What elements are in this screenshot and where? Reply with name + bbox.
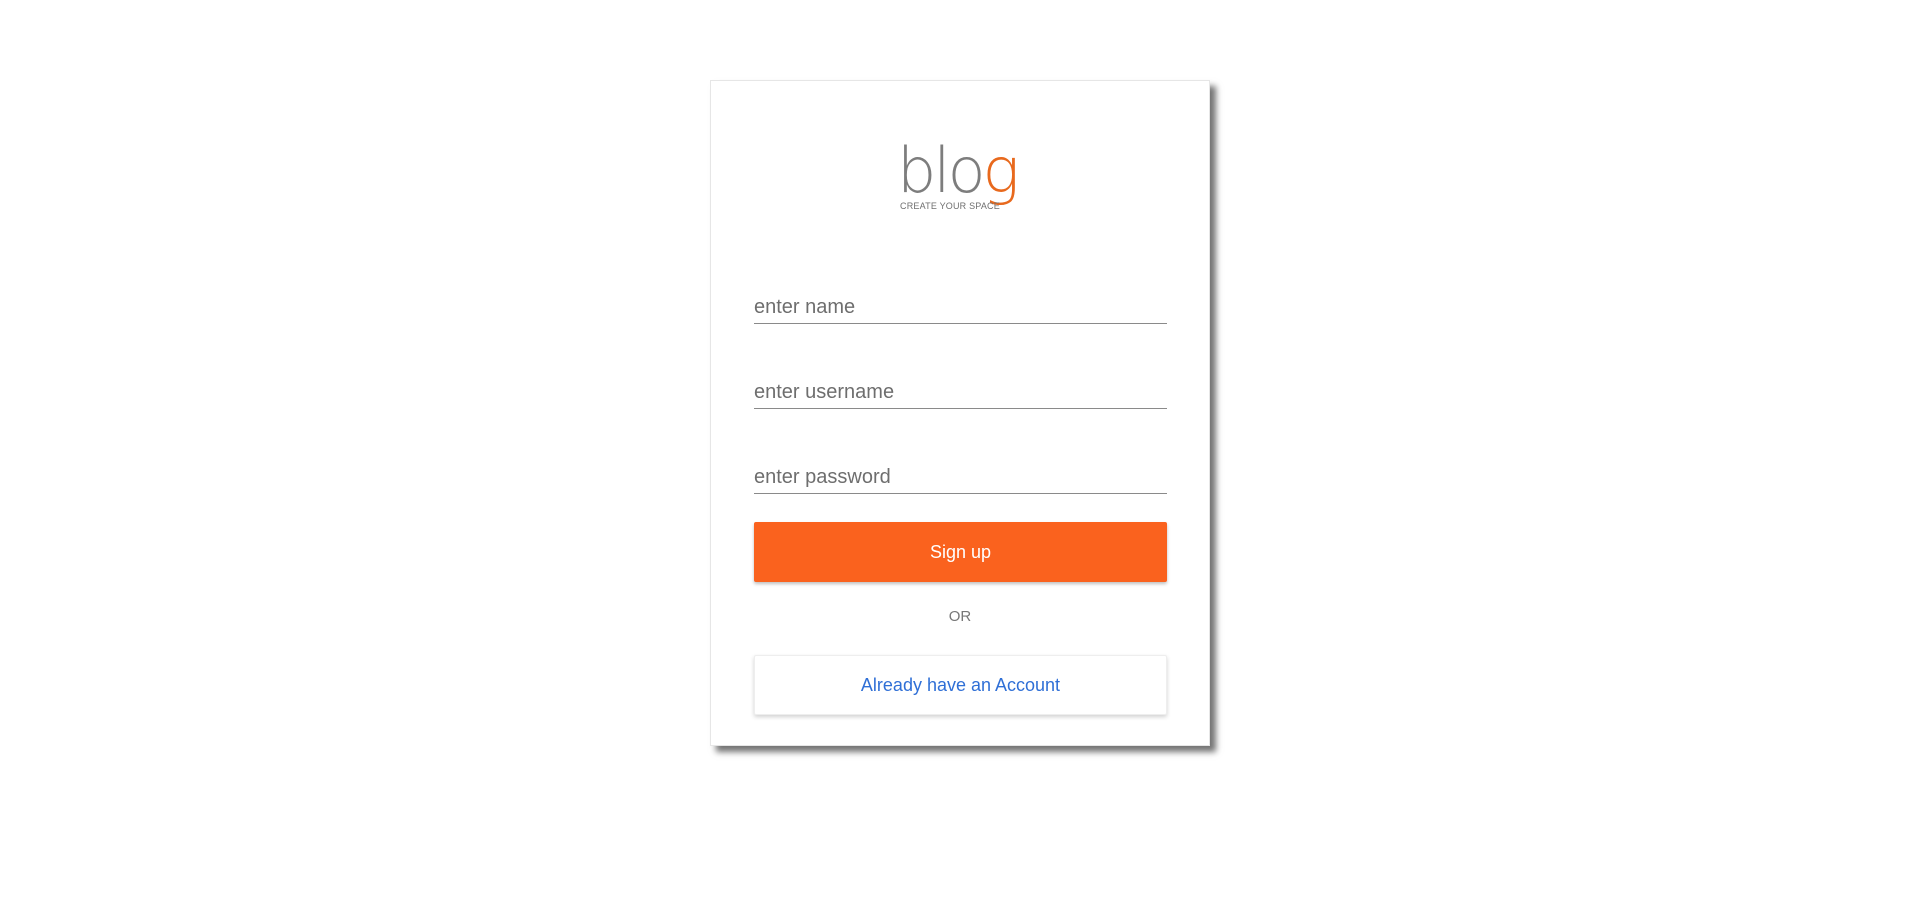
blog-logo: blog CREATE YOUR SPACE [897, 135, 1037, 217]
signup-button[interactable]: Sign up [754, 522, 1167, 582]
or-divider: OR [948, 608, 972, 625]
logo-wordmark: blog [897, 134, 1020, 207]
logo-tagline: CREATE YOUR SPACE [900, 201, 1000, 211]
signup-card: blog CREATE YOUR SPACE Sign up OR Alread… [710, 80, 1210, 746]
already-have-account-button[interactable]: Already have an Account [754, 655, 1167, 715]
username-input[interactable] [754, 377, 1167, 409]
password-input[interactable] [754, 462, 1167, 494]
logo-word-accent: g [982, 134, 1020, 207]
logo-word-main: blo [897, 134, 985, 207]
name-input[interactable] [754, 292, 1167, 324]
